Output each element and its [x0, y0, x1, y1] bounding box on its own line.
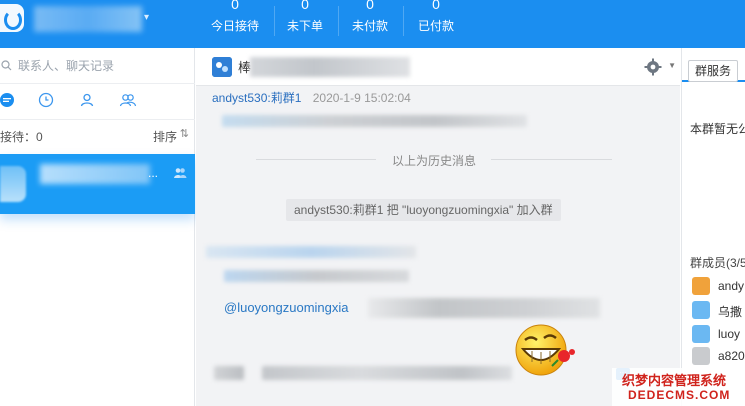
stat-value: 0	[366, 0, 374, 12]
message-text-blurred	[224, 270, 409, 282]
stat-label: 今日接待	[210, 19, 259, 33]
waiting-status-row: 接待：0 排序 ⇅	[0, 124, 195, 146]
stat-today-served[interactable]: 0 今日接待	[203, 0, 267, 34]
search-input[interactable]	[18, 57, 188, 75]
mention-text[interactable]: @luoyongzuomingxia	[224, 300, 349, 315]
message-meta-blurred	[206, 246, 416, 258]
member-item[interactable]: luoy	[692, 324, 745, 344]
group-service-tab: 群服务	[682, 56, 745, 82]
stat-value: 0	[432, 0, 440, 12]
waiting-count: 接待：0	[0, 130, 43, 144]
divider-line	[256, 159, 376, 160]
avatar	[0, 166, 26, 202]
group-avatar	[212, 57, 232, 77]
stat-not-ordered[interactable]: 0 未下单	[273, 0, 337, 34]
sidebar-tabs	[0, 84, 195, 120]
stat-label: 已付款	[417, 19, 454, 33]
message-text-blurred	[222, 115, 527, 127]
message-text-blurred	[214, 366, 244, 380]
watermark-text-en: DEDECMS.COM	[628, 388, 731, 402]
group-icon[interactable]	[119, 92, 137, 110]
account-dropdown-icon[interactable]: ▾	[144, 12, 149, 23]
search-icon	[1, 60, 12, 74]
avatar	[692, 325, 710, 343]
gear-icon[interactable]	[644, 58, 662, 76]
chat-panel: 棒 ▼ andyst530:莉群1 2020-1-9 15:02:04 以上为历…	[196, 48, 680, 406]
divider-line	[491, 159, 612, 160]
watermark: 织梦内容管理系统 DEDECMS.COM	[612, 368, 745, 406]
sort-icon[interactable]: ⇅	[180, 127, 189, 140]
chevron-down-icon[interactable]: ▼	[668, 61, 676, 70]
laughing-face-emoji	[514, 322, 576, 384]
session-preview: ...	[148, 166, 159, 180]
session-name-blurred	[40, 164, 150, 184]
sort-button[interactable]: 排序	[153, 128, 177, 145]
member-count: 群成员(3/5	[690, 256, 745, 270]
message-time: 2020-1-9 15:02:04	[312, 91, 411, 105]
avatar	[692, 301, 710, 319]
member-name: andy	[718, 279, 745, 293]
member-item[interactable]: a820	[692, 346, 745, 366]
chat-header: 棒 ▼	[196, 48, 680, 86]
group-member-icon	[173, 166, 187, 180]
stat-label: 未付款	[351, 19, 388, 33]
stat-label: 未下单	[286, 19, 323, 33]
member-name: luoy	[718, 327, 741, 341]
history-divider: 以上为历史消息	[256, 152, 612, 168]
member-name: a820	[718, 349, 745, 363]
top-bar: ▾ 0 今日接待 0 未下单 0 未付款 0 已付款	[0, 0, 745, 48]
chat-bubble-icon[interactable]	[0, 92, 17, 110]
search-bar	[0, 48, 195, 84]
clock-icon[interactable]	[38, 92, 56, 110]
message-text-blurred	[368, 298, 600, 318]
group-notice: 本群暂无公	[690, 122, 745, 136]
avatar	[692, 277, 710, 295]
stat-value: 0	[231, 0, 239, 12]
chat-title-blurred	[250, 57, 410, 77]
contact-icon[interactable]	[79, 92, 97, 110]
contact-sidebar: 接待：0 排序 ⇅ ...	[0, 48, 195, 406]
app-logo	[0, 4, 24, 32]
watermark-text-cn: 织梦内容管理系统	[622, 373, 727, 388]
stat-value: 0	[301, 0, 309, 12]
system-message: andyst530:莉群1 把 "luoyongzuomingxia" 加入群	[286, 199, 561, 221]
member-item[interactable]: 乌撒	[692, 300, 745, 320]
message-meta: andyst530:莉群1 2020-1-9 15:02:04	[212, 89, 411, 106]
member-name: 乌撒	[718, 305, 743, 319]
account-name-blurred[interactable]	[34, 6, 142, 32]
group-service-button[interactable]: 群服务	[688, 60, 739, 82]
history-divider-text: 以上为历史消息	[392, 154, 477, 168]
stat-paid[interactable]: 0 已付款	[404, 0, 468, 34]
session-item-active[interactable]: ...	[0, 154, 195, 214]
member-item[interactable]: andy	[692, 276, 745, 296]
avatar	[692, 347, 710, 365]
stat-unpaid[interactable]: 0 未付款	[338, 0, 402, 34]
group-info-panel: 群服务 本群暂无公 群成员(3/5 andy 乌撒 luoy a820	[681, 48, 745, 406]
message-sender[interactable]: andyst530:莉群1	[212, 91, 301, 105]
message-text-blurred	[262, 366, 512, 380]
